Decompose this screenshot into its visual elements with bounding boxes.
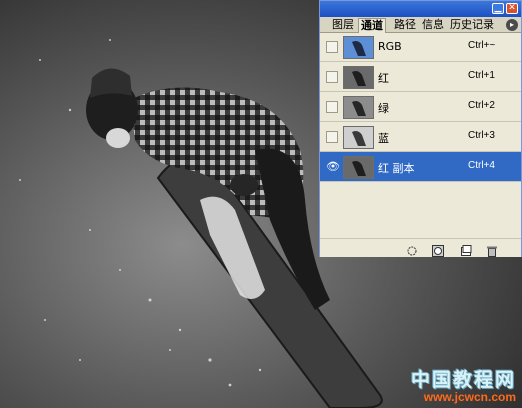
channel-name: 红 副本	[378, 162, 415, 175]
panel-menu-button[interactable]: ▸	[506, 19, 518, 31]
channel-row-rgb[interactable]: RGB Ctrl+~	[320, 32, 521, 62]
site-watermark: 中国教程网 www.jcwcn.com	[411, 365, 516, 404]
channel-row-blue[interactable]: 蓝 Ctrl+3	[320, 122, 521, 152]
channel-thumbnail	[343, 36, 374, 59]
tab-layers[interactable]: 图层	[330, 18, 356, 33]
visibility-toggle[interactable]	[326, 101, 338, 113]
channel-name: 红	[378, 72, 389, 85]
minimize-button[interactable]: ▁	[492, 3, 504, 14]
eye-icon[interactable]: 👁	[326, 161, 340, 173]
channel-thumbnail	[343, 96, 374, 119]
channel-shortcut: Ctrl+4	[468, 160, 495, 171]
load-selection-icon[interactable]	[406, 242, 418, 256]
save-selection-icon[interactable]	[432, 242, 444, 257]
channel-thumbnail	[343, 66, 374, 89]
channels-panel: ▁ ✕ 图层 通道 路径 信息 历史记录 ▸ RGB Ctrl+~ 红 Ctrl…	[319, 0, 522, 257]
watermark-url: www.jcwcn.com	[423, 390, 516, 404]
panel-bottom-toolbar	[320, 238, 521, 257]
channel-row-red[interactable]: 红 Ctrl+1	[320, 62, 521, 92]
panel-titlebar[interactable]: ▁ ✕	[320, 1, 521, 17]
channel-row-green[interactable]: 绿 Ctrl+2	[320, 92, 521, 122]
new-channel-icon[interactable]	[460, 242, 472, 256]
visibility-toggle[interactable]	[326, 71, 338, 83]
channel-name: RGB	[378, 40, 402, 53]
visibility-toggle[interactable]	[326, 41, 338, 53]
trash-icon[interactable]	[486, 242, 498, 257]
channel-shortcut: Ctrl+~	[468, 40, 496, 51]
tab-paths[interactable]: 路径	[392, 18, 418, 33]
visibility-toggle[interactable]	[326, 131, 338, 143]
tab-info[interactable]: 信息	[420, 18, 446, 33]
panel-tabs: 图层 通道 路径 信息 历史记录 ▸	[320, 17, 521, 33]
tab-channels[interactable]: 通道	[358, 18, 386, 33]
channel-shortcut: Ctrl+1	[468, 70, 495, 81]
channel-name: 绿	[378, 102, 389, 115]
watermark-title: 中国教程网	[410, 369, 516, 391]
channel-thumbnail	[343, 156, 374, 179]
channel-name: 蓝	[378, 132, 389, 145]
tab-history[interactable]: 历史记录	[448, 18, 504, 33]
channel-shortcut: Ctrl+2	[468, 100, 495, 111]
channel-row-red-copy[interactable]: 👁 红 副本 Ctrl+4	[320, 152, 521, 182]
channel-thumbnail	[343, 126, 374, 149]
channel-shortcut: Ctrl+3	[468, 130, 495, 141]
close-button[interactable]: ✕	[506, 3, 518, 14]
